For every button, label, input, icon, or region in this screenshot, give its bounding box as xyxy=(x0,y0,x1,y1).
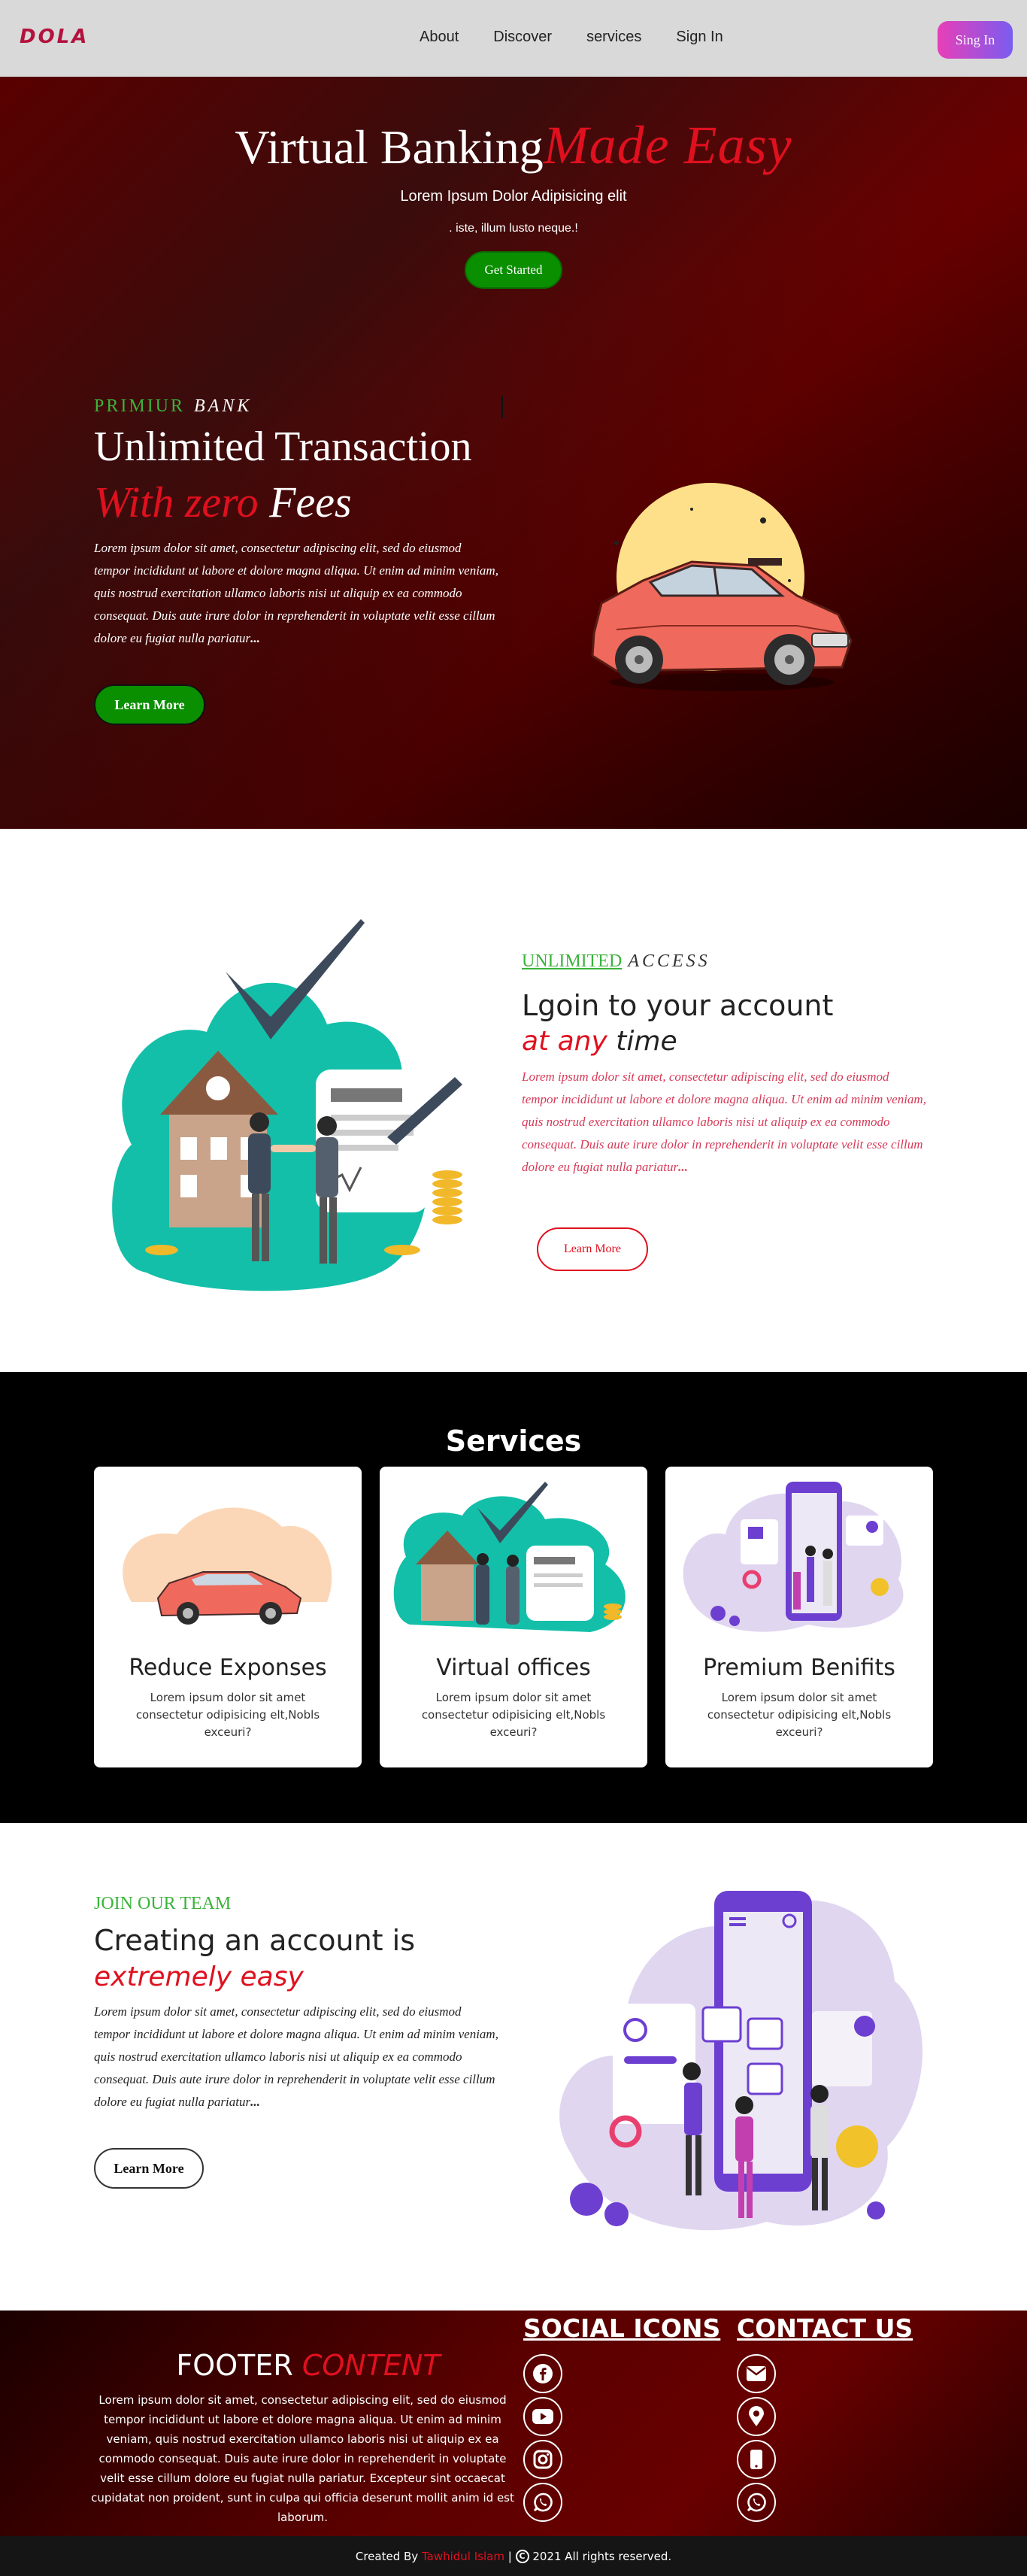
join-subheading: extremely easy xyxy=(94,1962,304,1992)
sign-in-button[interactable]: Sing In xyxy=(938,21,1013,59)
footer-paragraph: Lorem ipsum dolor sit amet, consectetur … xyxy=(91,2393,514,2524)
zero-fees-heading: With zero Fees xyxy=(94,477,352,527)
service-card-title: Reduce Exponses xyxy=(129,1655,327,1681)
login-paragraph: Lorem ipsum dolor sit amet, consectetur … xyxy=(522,1066,928,1179)
zero-fees-a: With zero xyxy=(94,478,259,526)
join-heading: Creating an account is xyxy=(94,1924,415,1957)
social-icons-heading: SOCIAL ICONS xyxy=(523,2314,721,2343)
ua-tag-b: ACCESS xyxy=(628,951,710,971)
hero-section: Virtual BankingMade Easy Lorem Ipsum Dol… xyxy=(0,77,1027,829)
car-sun-illustration xyxy=(591,483,853,691)
footer-title-a: FOOTER xyxy=(176,2349,293,2382)
author-name[interactable]: Tawhidul Islam xyxy=(422,2550,504,2563)
join-section: JOIN OUR TEAM Creating an account is ext… xyxy=(0,1823,1027,2311)
copyright-icon: C xyxy=(515,2549,529,2563)
copyright-bar: Created By Tawhidul Islam | C 2021 All r… xyxy=(0,2536,1027,2576)
hero-title-main: Virtual Banking xyxy=(235,120,544,174)
premium-tag-b: BANK xyxy=(194,396,253,416)
nav-link-about[interactable]: About xyxy=(420,29,459,46)
footer: FOOTER CONTENT Lorem ipsum dolor sit ame… xyxy=(0,2311,1027,2536)
login-learn-more-button[interactable]: Learn More xyxy=(537,1227,648,1271)
nav-link-discover[interactable]: Discover xyxy=(493,29,552,46)
services-section: Services Reduce Exponses Lorem ipsum dol… xyxy=(0,1372,1027,1823)
hero-paragraph-ellipsis: ... xyxy=(250,631,260,645)
join-paragraph: Lorem ipsum dolor sit amet, consectetur … xyxy=(94,2001,500,2113)
phone-team-illustration xyxy=(559,1891,923,2231)
login-section: UNLIMITED ACCESS Lgoin to your account at… xyxy=(0,829,1027,1372)
app-dashboard-illustration xyxy=(683,1482,904,1632)
divider-bar xyxy=(501,396,503,418)
get-started-button[interactable]: Get Started xyxy=(465,251,562,289)
nav-link-sign-in[interactable]: Sign In xyxy=(676,29,723,46)
service-card-desc: Lorem ipsum dolor sit amet consectetur o… xyxy=(421,1691,606,1739)
service-card-desc: Lorem ipsum dolor sit amet consectetur o… xyxy=(707,1691,892,1739)
mobile-phone-icon[interactable] xyxy=(737,2440,776,2479)
whatsapp-icon[interactable] xyxy=(523,2483,562,2522)
hero-title-accent: Made Easy xyxy=(543,115,792,175)
services-title: Services xyxy=(445,1425,582,1458)
house-deal-illustration xyxy=(112,919,462,1291)
envelope-icon[interactable] xyxy=(737,2354,776,2393)
hero-title: Virtual BankingMade Easy xyxy=(0,114,1027,177)
service-card-premium-benefits[interactable]: Premium Benifits Lorem ipsum dolor sit a… xyxy=(665,1467,933,1767)
unlimited-transaction-heading: Unlimited Transaction xyxy=(94,423,472,470)
login-paragraph-ellipsis: ... xyxy=(678,1160,688,1174)
premium-bank-tag: PRIMIUR BANK xyxy=(94,396,252,417)
service-card-virtual-offices[interactable]: Virtual offices Lorem ipsum dolor sit am… xyxy=(380,1467,647,1767)
login-heading: Lgoin to your account xyxy=(522,989,834,1022)
contact-us-heading: CONTACT US xyxy=(737,2314,913,2343)
created-by-label: Created By xyxy=(355,2549,419,2563)
login-subheading: at any time xyxy=(522,1026,677,1057)
join-paragraph-text: Lorem ipsum dolor sit amet, consectetur … xyxy=(94,2004,498,2109)
car-blob-illustration xyxy=(123,1507,332,1625)
whatsapp-icon[interactable] xyxy=(737,2483,776,2522)
service-card-title: Premium Benifits xyxy=(703,1655,895,1681)
instagram-icon[interactable] xyxy=(523,2440,562,2479)
hero-subtitle-2: . iste, illum lusto neque.! xyxy=(449,222,578,235)
top-navbar: DOLA About Discover services Sign In Sin… xyxy=(0,0,1027,77)
footer-title-b: CONTENT xyxy=(301,2349,441,2382)
join-learn-more-button[interactable]: Learn More xyxy=(94,2148,204,2189)
join-paragraph-ellipsis: ... xyxy=(250,2095,260,2109)
nav-link-services[interactable]: services xyxy=(586,29,641,46)
office-deal-illustration xyxy=(393,1482,626,1632)
location-pin-icon[interactable] xyxy=(737,2397,776,2436)
hero-learn-more-button[interactable]: Learn More xyxy=(94,684,205,725)
service-card-reduce-expenses[interactable]: Reduce Exponses Lorem ipsum dolor sit am… xyxy=(94,1467,362,1767)
service-card-desc: Lorem ipsum dolor sit amet consectetur o… xyxy=(135,1691,320,1739)
login-subheading-a: at any xyxy=(522,1026,607,1057)
hero-paragraph-text: Lorem ipsum dolor sit amet, consectetur … xyxy=(94,541,498,645)
hero-subtitle: Lorem Ipsum Dolor Adipisicing elit xyxy=(400,188,627,205)
nav-menu: About Discover services Sign In xyxy=(420,29,758,46)
hero-paragraph: Lorem ipsum dolor sit amet, consectetur … xyxy=(94,537,500,650)
unlimited-access-tag: UNLIMITED ACCESS xyxy=(522,951,710,972)
premium-tag-a: PRIMIUR xyxy=(94,396,186,416)
service-card-title: Virtual offices xyxy=(436,1655,591,1681)
facebook-icon[interactable] xyxy=(523,2354,562,2393)
site-logo[interactable]: DOLA xyxy=(20,26,89,48)
login-subheading-b: time xyxy=(616,1026,677,1057)
join-team-tag: JOIN OUR TEAM xyxy=(94,1894,232,1913)
youtube-icon[interactable] xyxy=(523,2397,562,2436)
ua-tag-a: UNLIMITED xyxy=(522,951,623,971)
login-paragraph-text: Lorem ipsum dolor sit amet, consectetur … xyxy=(522,1070,926,1174)
zero-fees-b: Fees xyxy=(269,478,352,526)
rights-text: 2021 All rights reserved. xyxy=(532,2549,672,2563)
